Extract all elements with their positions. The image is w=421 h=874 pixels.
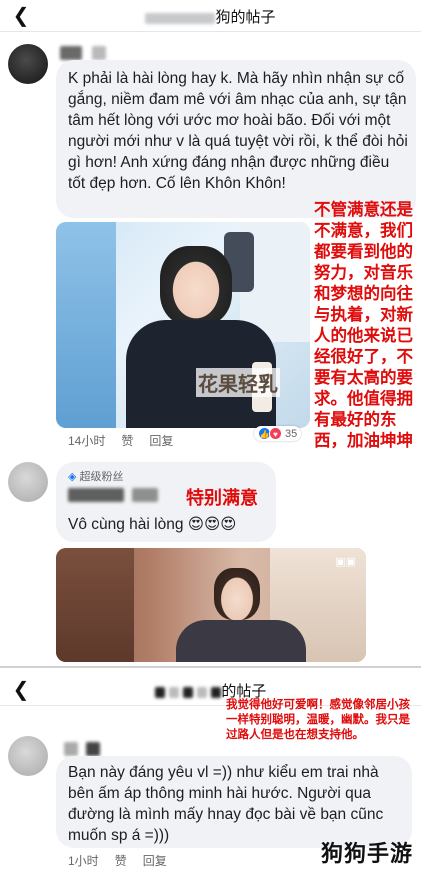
header-title: 狗的帖子 [0,6,421,27]
comment-time: 14小时 [68,434,106,448]
badge-label: 超级粉丝 [79,471,124,483]
blurred-name [145,12,216,24]
commenter-avatar[interactable] [8,44,48,84]
comment-actions: 1小时 赞 回复 [68,852,167,869]
like-button[interactable]: 赞 [121,432,133,449]
badge-icon: ◈ [68,471,77,483]
comment-photo[interactable]: ▣▣ [56,548,366,662]
reaction-count: 35 [285,427,298,440]
comment-bubble: K phải là hài lòng hay k. Mà hãy nhìn nh… [56,60,416,218]
site-watermark: 狗狗手游 [320,841,413,866]
super-fan-badge: ◈ 超级粉丝 [68,468,124,484]
comment-text: Bạn này đáng yêu vl =)) như kiểu em trai… [68,764,384,844]
comment-time: 1小时 [68,854,99,868]
chinese-annotation: 特别满意 [186,488,258,508]
comment-text: K phải là hài lòng hay k. Mà hãy nhìn nh… [68,70,408,192]
photo-person-head [160,246,232,326]
commenter-avatar[interactable] [8,462,48,502]
comment-bubble: Bạn này đáng yêu vl =)) như kiểu em trai… [56,756,412,848]
commenter-avatar[interactable] [8,736,48,776]
reply-button[interactable]: 回复 [149,432,173,449]
photo-caption: 花果轻乳 [196,368,280,397]
comment-photo[interactable]: 花果轻乳 [56,222,310,428]
chinese-annotation: 不管满意还是不满意，我们都要看到他的努力，对音乐和梦想的向往与执着，对新人的他来… [314,201,413,450]
photo-background-panel [56,222,116,428]
reaction-summary[interactable]: 👍 ♥ 35 [254,426,302,441]
comment-actions: 14小时 赞 回复 [68,432,173,449]
photo-logo: ▣▣ [335,556,356,568]
like-button[interactable]: 赞 [115,852,127,869]
photo-person-head [214,568,260,620]
post-header: ❮ 狗的帖子 [0,0,421,32]
photo-person-shirt [176,620,306,662]
photo-background-door [56,548,134,662]
love-reaction-icon: ♥ [269,427,282,440]
comment-text: Vô cùng hài lòng 😍😍😍 [68,516,237,533]
chinese-annotation: 我觉得他好可爱啊！感觉像邻居小孩一样特别聪明，温暖，幽默。我只是过路人但是也在想… [226,699,410,741]
commenter-name-blurred[interactable] [68,486,159,504]
header-title-text: 狗的帖子 [215,9,276,26]
reply-button[interactable]: 回复 [143,852,167,869]
